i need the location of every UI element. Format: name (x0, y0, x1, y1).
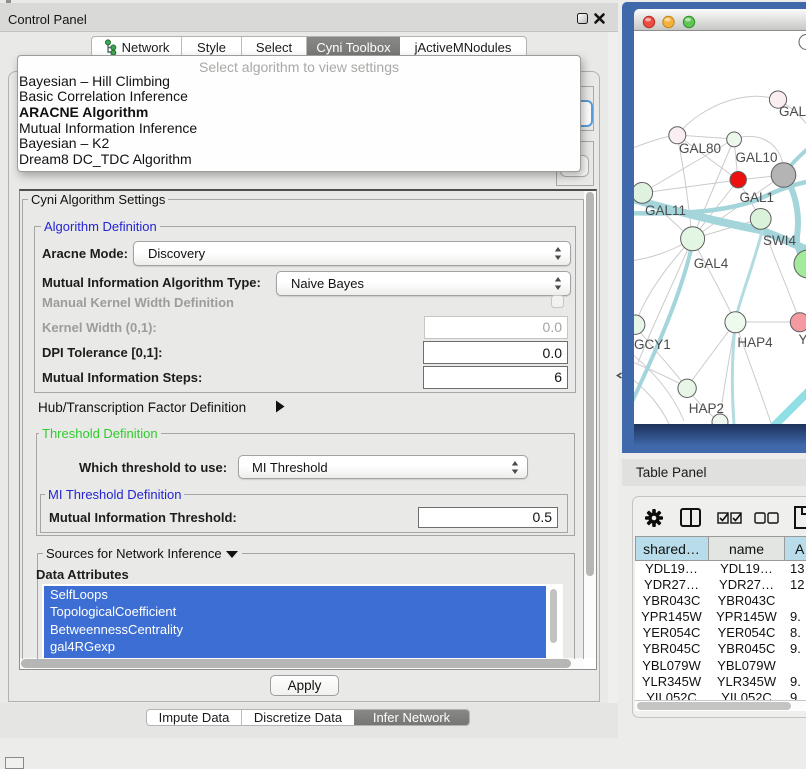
svg-text:SWI4: SWI4 (763, 233, 796, 248)
svg-text:GAL1: GAL1 (740, 190, 775, 205)
svg-text:HAP2: HAP2 (689, 401, 724, 416)
svg-text:GAL7: GAL7 (779, 104, 806, 119)
svg-text:HAP4: HAP4 (737, 335, 773, 350)
svg-text:Y: Y (799, 332, 806, 347)
svg-text:GAL4: GAL4 (694, 256, 729, 271)
svg-text:GAL11: GAL11 (645, 203, 686, 218)
svg-text:GCY1: GCY1 (634, 337, 671, 352)
svg-text:GAL80: GAL80 (679, 141, 721, 156)
svg-text:GAL10: GAL10 (736, 150, 778, 165)
